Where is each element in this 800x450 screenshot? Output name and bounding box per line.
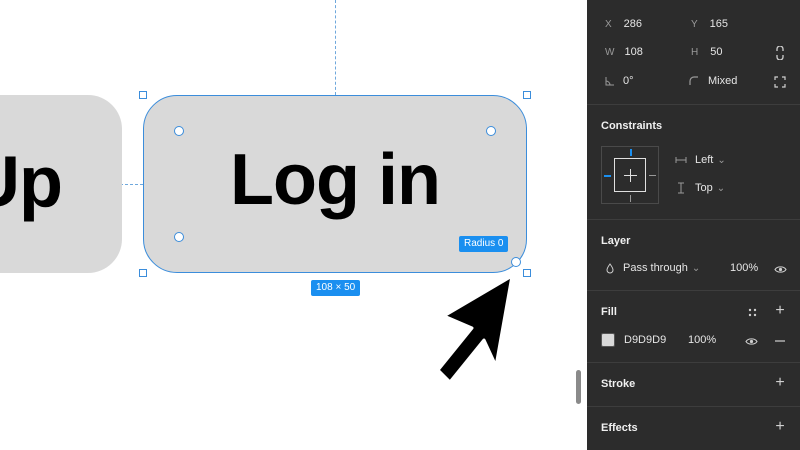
corner-radius-value: Mixed [708, 75, 738, 87]
constraint-right-line[interactable] [649, 175, 656, 176]
horizontal-constraint-value: Left [695, 154, 714, 166]
divider [587, 104, 800, 105]
effects-title: Effects [601, 422, 638, 434]
divider [587, 219, 800, 220]
width-field[interactable]: W 108 [605, 46, 643, 58]
x-label: X [605, 18, 612, 30]
fill-color-swatch[interactable] [601, 333, 615, 347]
arrow-cursor-icon [436, 274, 514, 384]
eye-icon[interactable] [773, 262, 787, 276]
divider [587, 362, 800, 363]
divider [587, 406, 800, 407]
layer-opacity-field[interactable]: 100% [730, 262, 758, 274]
blend-drop-icon [605, 262, 615, 274]
horizontal-constraint-dropdown[interactable]: Left ⌄ [675, 154, 726, 166]
independent-corners-icon[interactable] [773, 75, 787, 89]
blend-mode-value: Pass through [623, 262, 688, 274]
vertical-constraint-icon [675, 182, 687, 194]
styles-grid-icon[interactable] [745, 305, 759, 319]
h-label: H [691, 46, 699, 58]
design-canvas[interactable]: Up Log in Radius 0 108 × 50 [0, 0, 587, 450]
rotation-icon [605, 76, 615, 86]
fill-hex-value: D9D9D9 [624, 334, 667, 346]
constraints-widget[interactable] [601, 146, 659, 204]
canvas-scrollbar[interactable] [576, 370, 581, 404]
y-field[interactable]: Y 165 [691, 18, 728, 30]
vertical-constraint-value: Top [695, 182, 713, 194]
signup-button-layer[interactable]: Up [0, 95, 122, 273]
signup-button-text: Up [0, 142, 63, 223]
constraint-left-line[interactable] [604, 175, 611, 177]
properties-panel: X 286 Y 165 W 108 H 50 0° Mixed Constrai… [587, 0, 800, 450]
radius-handle-top-right[interactable] [486, 126, 496, 136]
horizontal-constraint-icon [675, 156, 687, 164]
fill-opacity-value: 100% [688, 334, 717, 346]
login-button-text: Log in [230, 140, 441, 220]
layer-title: Layer [601, 235, 631, 247]
fill-title: Fill [601, 306, 617, 318]
w-label: W [605, 46, 615, 58]
radius-handle-bottom-right[interactable] [511, 257, 521, 267]
vertical-constraint-dropdown[interactable]: Top ⌄ [675, 182, 725, 194]
divider [587, 290, 800, 291]
fill-hex-field[interactable]: D9D9D9 [624, 334, 666, 346]
y-value: 165 [709, 18, 729, 30]
height-field[interactable]: H 50 [691, 46, 722, 58]
layer-opacity-value: 100% [730, 262, 759, 274]
eye-icon[interactable] [744, 334, 758, 348]
y-label: Y [691, 18, 698, 30]
constrain-proportions-icon[interactable] [773, 46, 787, 60]
chevron-down-icon: ⌄ [691, 262, 701, 274]
radius-tag: Radius 0 [459, 236, 509, 252]
resize-handle-top-right[interactable] [523, 91, 531, 99]
rotation-field[interactable]: 0° [605, 75, 634, 87]
x-field[interactable]: X 286 [605, 18, 642, 30]
constraints-title: Constraints [601, 120, 663, 132]
radius-handle-bottom-left[interactable] [174, 232, 184, 242]
w-value: 108 [624, 46, 643, 58]
chevron-down-icon: ⌄ [716, 182, 726, 194]
x-value: 286 [623, 18, 643, 30]
stroke-title: Stroke [601, 378, 636, 390]
add-stroke-icon[interactable]: + [773, 374, 787, 391]
add-effect-icon[interactable]: + [773, 418, 787, 435]
resize-handle-top-left[interactable] [139, 91, 147, 99]
resize-handle-bottom-left[interactable] [139, 269, 147, 277]
rotation-value: 0° [623, 75, 634, 87]
constraint-center-v [630, 169, 631, 182]
corner-radius-icon [689, 76, 699, 86]
add-fill-icon[interactable]: + [773, 302, 787, 319]
chevron-down-icon: ⌄ [717, 154, 726, 166]
constraint-top-line[interactable] [630, 149, 632, 156]
remove-fill-icon[interactable] [773, 334, 787, 348]
corner-radius-field[interactable]: Mixed [689, 75, 737, 87]
size-tag: 108 × 50 [311, 280, 361, 296]
h-value: 50 [710, 46, 723, 58]
blend-mode-dropdown[interactable]: Pass through ⌄ [605, 262, 700, 274]
fill-opacity-field[interactable]: 100% [688, 334, 716, 346]
constraint-bottom-line[interactable] [630, 195, 631, 202]
alignment-guide-vertical [335, 0, 336, 95]
radius-handle-top-left[interactable] [174, 126, 184, 136]
